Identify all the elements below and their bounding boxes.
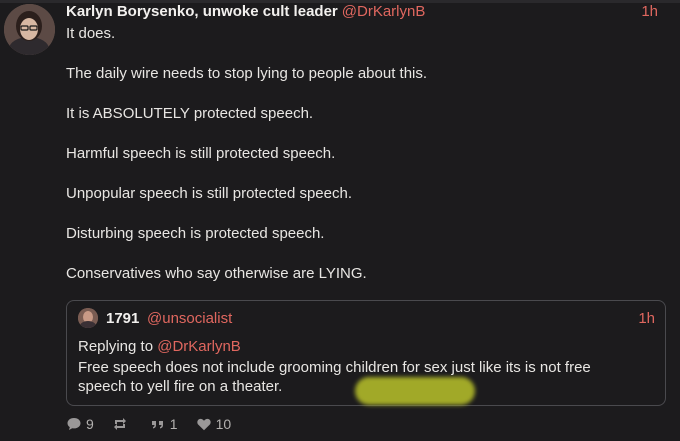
post-paragraph: Harmful speech is still protected speech… [66,145,336,162]
speech-bubble-icon [67,418,81,430]
post-actions: 9 1 10 [66,414,249,434]
like-button[interactable]: 10 [196,416,232,432]
post-time[interactable]: 1h [641,3,658,20]
replying-to-line: Replying to @DrKarlynB [78,338,241,355]
quoted-post[interactable]: 1791 @unsocialist 1h Replying to @DrKarl… [66,300,666,406]
repost-arrows-icon [113,418,126,430]
post-paragraph: The daily wire needs to stop lying to pe… [66,65,428,82]
quote-button[interactable]: 1 [150,416,178,432]
heart-icon [196,418,211,431]
post-paragraph: Unpopular speech is still protected spee… [66,185,352,202]
post-paragraph: Conservatives who say otherwise are LYIN… [66,265,367,282]
replying-to-handle[interactable]: @DrKarlynB [157,338,241,355]
reply-button[interactable]: 9 [66,416,94,432]
post-body: It does. The daily wire needs to stop ly… [66,25,666,305]
replying-to-label: Replying to [78,338,154,355]
repost-button[interactable] [112,416,132,432]
quoted-author-name[interactable]: 1791 [106,310,139,327]
post-paragraph: It is ABSOLUTELY protected speech. [66,105,314,122]
reply-count: 9 [86,416,94,432]
quote-marks-icon [151,421,163,429]
quoted-post-time[interactable]: 1h [638,310,655,327]
author-handle[interactable]: @DrKarlynB [342,3,426,20]
author-avatar[interactable] [4,4,55,55]
author-name[interactable]: Karlyn Borysenko, unwoke cult leader [66,3,338,20]
post-header: Karlyn Borysenko, unwoke cult leader @DrK… [66,3,670,23]
quoted-author-avatar[interactable] [78,308,98,328]
post-paragraph: Disturbing speech is protected speech. [66,225,325,242]
post-paragraph: It does. [66,25,116,42]
quote-count: 1 [169,416,178,432]
quoted-post-text: Free speech does not include grooming ch… [78,359,591,395]
quoted-author-handle[interactable]: @unsocialist [147,310,232,327]
like-count: 10 [215,416,232,432]
